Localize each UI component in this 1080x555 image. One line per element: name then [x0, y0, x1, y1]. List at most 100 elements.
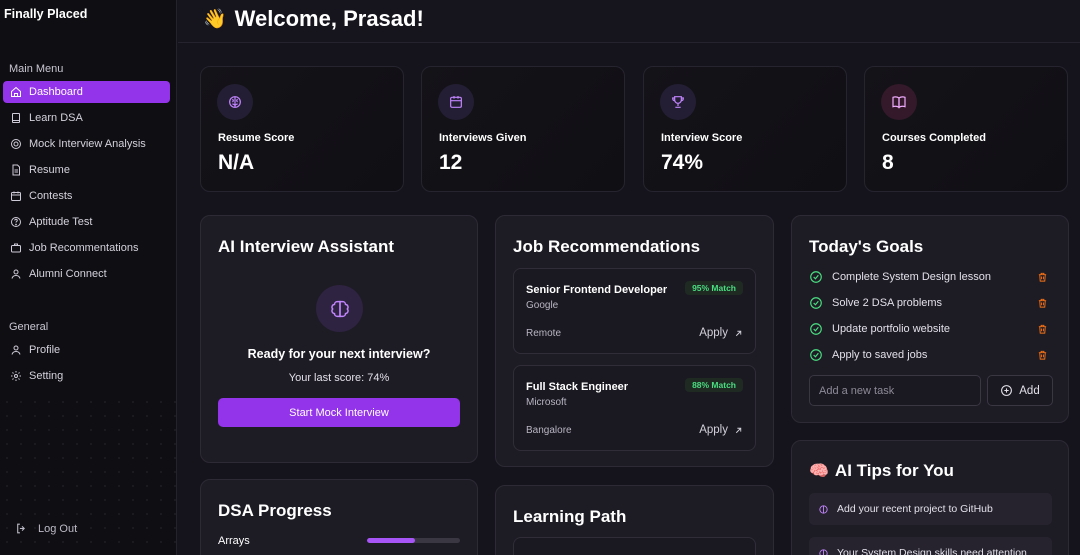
panel-title: AI Interview Assistant: [218, 237, 395, 256]
sidebar-item-profile[interactable]: Profile: [3, 339, 170, 361]
page-title: 👋 Welcome, Prasad!: [203, 6, 424, 32]
sidebar-item-label: Learn DSA: [29, 112, 83, 124]
target-icon: [10, 138, 22, 150]
sidebar-item-setting[interactable]: Setting: [3, 365, 170, 387]
briefcase-icon: [10, 242, 22, 254]
job-recommendations-panel: Job Recommendations Senior Frontend Deve…: [495, 215, 774, 467]
logout-label: Log Out: [38, 522, 78, 535]
new-task-input[interactable]: [809, 375, 981, 406]
brain-icon: [819, 548, 828, 555]
job-card[interactable]: Senior Frontend Developer Google 95% Mat…: [513, 268, 756, 354]
sidebar-item-label: Dashboard: [29, 86, 83, 98]
apply-label: Apply: [699, 327, 728, 339]
start-mock-interview-button[interactable]: Start Mock Interview: [218, 398, 460, 427]
sidebar: Finally Placed Main Menu Dashboard Learn…: [0, 0, 177, 555]
tip-text: Add your recent project to GitHub: [837, 503, 993, 515]
check-circle-icon[interactable]: [809, 348, 823, 362]
learning-path-card[interactable]: [513, 537, 756, 555]
gear-icon: [10, 370, 22, 382]
sidebar-item-resume[interactable]: Resume: [3, 159, 170, 181]
tip-text: Your System Design skills need attention: [837, 547, 1027, 555]
match-badge: 88% Match: [685, 378, 743, 392]
goal-item[interactable]: Update portfolio website: [809, 321, 1053, 337]
check-circle-icon[interactable]: [809, 296, 823, 310]
wave-emoji: 👋: [203, 9, 227, 30]
sidebar-item-aptitude-test[interactable]: Aptitude Test: [3, 211, 170, 233]
job-location: Bangalore: [526, 425, 572, 436]
add-label: Add: [1019, 384, 1040, 397]
stat-value: N/A: [218, 151, 255, 174]
trash-icon[interactable]: [1037, 297, 1048, 309]
sidebar-item-dashboard[interactable]: Dashboard: [3, 81, 170, 103]
calendar-icon: [10, 190, 22, 202]
brain-icon: [316, 285, 363, 332]
stat-value: 74%: [661, 151, 704, 174]
logout-icon: [17, 523, 25, 534]
stat-card-interview-score[interactable]: Interview Score 74%: [643, 66, 847, 192]
sidebar-item-mock-interview-analysis[interactable]: Mock Interview Analysis: [3, 133, 170, 155]
apply-link[interactable]: Apply: [699, 424, 743, 436]
general-label: General: [9, 321, 49, 333]
user-icon: [10, 344, 22, 356]
brain-icon: [217, 84, 253, 120]
stat-card-courses-completed[interactable]: Courses Completed 8: [864, 66, 1068, 192]
goal-text: Complete System Design lesson: [832, 271, 991, 283]
external-arrow-icon: [735, 330, 742, 336]
brand-logo-text[interactable]: Finally Placed: [4, 7, 87, 21]
open-book-icon: [881, 84, 917, 120]
apply-label: Apply: [699, 424, 728, 436]
logout-button[interactable]: Log Out: [15, 522, 77, 535]
dsa-progress-bar: [367, 538, 460, 543]
stat-label: Resume Score: [218, 132, 295, 144]
help-circle-icon: [10, 216, 22, 228]
stat-card-interviews-given[interactable]: Interviews Given 12: [421, 66, 625, 192]
dsa-progress-fill: [367, 538, 416, 543]
sidebar-item-contests[interactable]: Contests: [3, 185, 170, 207]
trash-icon[interactable]: [1037, 349, 1048, 361]
tip-item[interactable]: Your System Design skills need attention: [809, 537, 1052, 555]
sidebar-item-alumni-connect[interactable]: Alumni Connect: [3, 263, 170, 285]
tip-item[interactable]: Add your recent project to GitHub: [809, 493, 1052, 525]
stat-card-resume-score[interactable]: Resume Score N/A: [200, 66, 404, 192]
panel-title: Learning Path: [513, 507, 627, 526]
stat-label: Interview Score: [661, 132, 743, 144]
external-arrow-icon: [735, 427, 742, 433]
goal-item[interactable]: Apply to saved jobs: [809, 347, 1053, 363]
ai-interview-assistant-panel: AI Interview Assistant Ready for your ne…: [200, 215, 478, 463]
panel-title: Today's Goals: [809, 237, 924, 256]
calendar-icon: [438, 84, 474, 120]
job-title: Full Stack Engineer: [526, 381, 629, 393]
goal-item[interactable]: Solve 2 DSA problems: [809, 295, 1053, 311]
stat-label: Interviews Given: [439, 132, 527, 144]
sidebar-item-label: Profile: [29, 344, 61, 356]
goal-text: Update portfolio website: [832, 323, 951, 335]
ai-tips-panel: 🧠 AI Tips for You Add your recent projec…: [791, 440, 1069, 555]
sidebar-item-label: Alumni Connect: [29, 268, 107, 280]
stat-value: 12: [439, 151, 463, 174]
sidebar-item-label: Setting: [29, 370, 64, 382]
stat-value: 8: [882, 151, 894, 174]
sidebar-item-learn-dsa[interactable]: Learn DSA: [3, 107, 170, 129]
brain-icon: [819, 504, 828, 514]
check-circle-icon[interactable]: [809, 270, 823, 284]
welcome-text: Welcome, Prasad!: [234, 6, 424, 31]
goal-item[interactable]: Complete System Design lesson: [809, 269, 1053, 285]
dsa-progress-panel: DSA Progress Arrays: [200, 479, 478, 555]
dsa-topic-label: Arrays: [218, 535, 250, 547]
user-icon: [10, 268, 22, 280]
main-menu-label: Main Menu: [9, 63, 64, 75]
sidebar-item-label: Job Recommentations: [29, 242, 139, 254]
goal-text: Apply to saved jobs: [832, 349, 928, 361]
add-task-button[interactable]: Add: [987, 375, 1053, 406]
last-score-text: Your last score: 74%: [288, 372, 390, 384]
brain-emoji: 🧠: [809, 463, 829, 480]
learning-path-panel: Learning Path: [495, 485, 774, 555]
check-circle-icon[interactable]: [809, 322, 823, 336]
trash-icon[interactable]: [1037, 323, 1048, 335]
sidebar-item-job-recommentations[interactable]: Job Recommentations: [3, 237, 170, 259]
job-card[interactable]: Full Stack Engineer Microsoft 88% Match …: [513, 365, 756, 451]
home-icon: [10, 86, 22, 98]
tips-title: AI Tips for You: [834, 461, 954, 480]
apply-link[interactable]: Apply: [699, 327, 743, 339]
trash-icon[interactable]: [1037, 271, 1048, 283]
